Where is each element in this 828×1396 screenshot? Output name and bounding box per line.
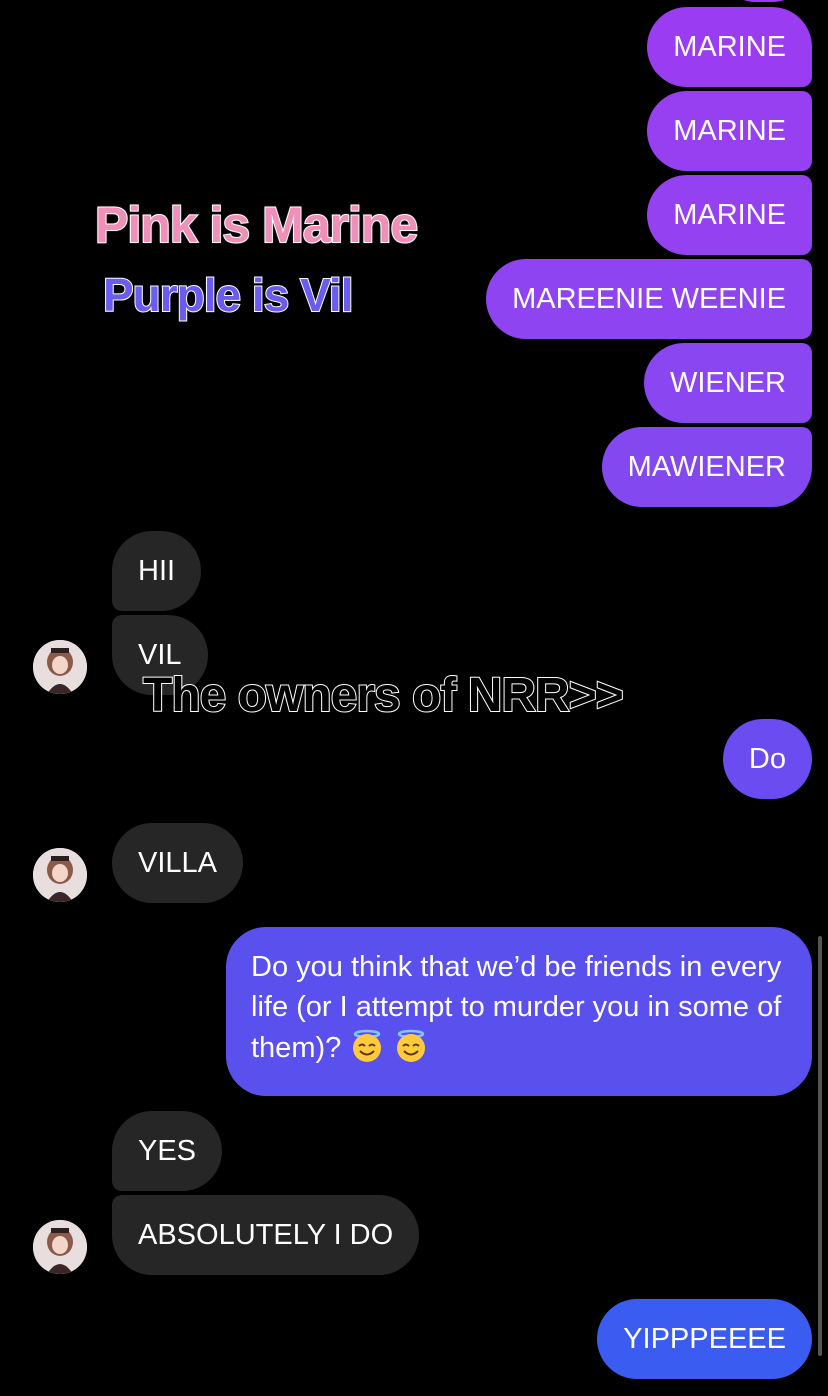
message-bubble-received[interactable]: VILLA [112,823,243,903]
message-bubble-sent[interactable]: MARINE [647,7,812,87]
smiling-face-with-halo-icon [349,1027,385,1074]
scrollbar[interactable] [818,936,822,1356]
smiling-face-with-halo-icon [393,1027,429,1074]
caption-owners: The owners of NRR>> [142,668,625,723]
message-bubble-sent[interactable]: Do you think that we’d be friends in eve… [226,927,812,1096]
message-bubble-received[interactable]: YES [112,1111,223,1191]
avatar[interactable] [33,1220,87,1274]
caption-purple: Purple is Vil [102,268,354,322]
message-text: Do you think that we’d be friends in eve… [251,951,782,1064]
message-bubble-sent[interactable]: YIPPPEEEE [597,1299,812,1379]
message-bubble-received[interactable]: HII [112,531,202,611]
message-bubble-sent[interactable]: MARINE [647,91,812,171]
message-bubble-received[interactable]: ABSOLUTELY I DO [112,1195,420,1275]
message-bubble-sent[interactable]: Do [722,719,812,799]
message-bubble-sent[interactable]: MAWIENER [601,427,812,507]
message-bubble-sent[interactable]: WIENER [644,343,812,423]
message-bubble-cutoff[interactable] [716,0,812,2]
caption-pink: Pink is Marine [94,196,419,254]
message-bubble-sent[interactable]: MARINE [647,175,812,255]
avatar-icon [33,1220,87,1274]
avatar-icon [33,640,87,694]
avatar-icon [33,848,87,902]
avatar[interactable] [33,640,87,694]
avatar[interactable] [33,848,87,902]
message-bubble-sent[interactable]: MAREENIE WEENIE [486,259,812,339]
